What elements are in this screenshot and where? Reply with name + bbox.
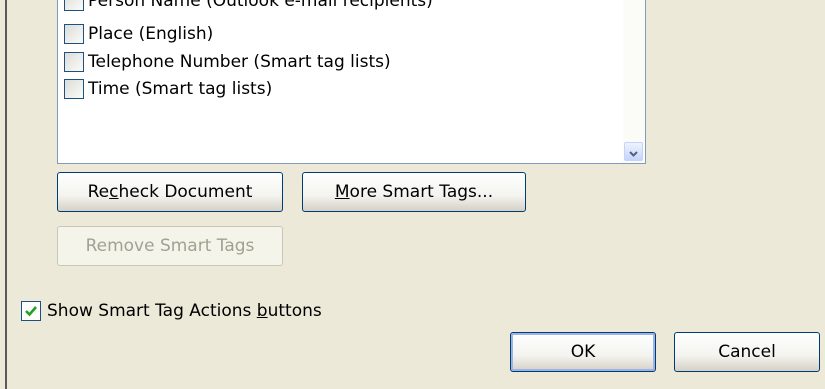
- list-item-time[interactable]: Time (Smart tag lists): [64, 76, 272, 102]
- button-label: Remove Smart Tags: [85, 236, 255, 256]
- checkbox-place[interactable]: [64, 24, 84, 44]
- ok-button[interactable]: OK: [510, 332, 656, 372]
- scroll-down-button[interactable]: [624, 142, 643, 161]
- checkmark-icon: [25, 306, 37, 317]
- smart-tag-recognizer-list[interactable]: Person Name (Outlook e-mail recipients) …: [57, 0, 646, 164]
- button-label: More Smart Tags...: [334, 182, 494, 202]
- list-item-label: Place (English): [88, 24, 214, 44]
- list-item-place[interactable]: Place (English): [64, 21, 213, 47]
- checkbox-time[interactable]: [64, 79, 84, 99]
- list-item-telephone-number[interactable]: Telephone Number (Smart tag lists): [64, 49, 391, 75]
- show-smart-tag-actions-option[interactable]: Show Smart Tag Actions buttons: [21, 298, 322, 324]
- more-smart-tags-button[interactable]: More Smart Tags...: [302, 172, 526, 212]
- vertical-scrollbar[interactable]: [623, 0, 645, 163]
- list-item-label: Person Name (Outlook e-mail recipients): [88, 0, 433, 11]
- cancel-button[interactable]: Cancel: [674, 332, 820, 372]
- button-label: Recheck Document: [87, 182, 253, 202]
- window-border: [0, 0, 7, 389]
- list-item-person-name[interactable]: Person Name (Outlook e-mail recipients): [64, 0, 433, 14]
- remove-smart-tags-button: Remove Smart Tags: [57, 226, 283, 266]
- button-label: OK: [570, 342, 596, 362]
- chevron-down-icon: [629, 142, 638, 162]
- show-actions-label: Show Smart Tag Actions buttons: [47, 301, 322, 321]
- checkbox-person-name[interactable]: [64, 0, 84, 11]
- recheck-document-button[interactable]: Recheck Document: [57, 172, 283, 212]
- button-label: Cancel: [718, 342, 776, 362]
- checkbox-show-actions[interactable]: [21, 301, 41, 321]
- smart-tags-dialog: Person Name (Outlook e-mail recipients) …: [0, 0, 825, 389]
- list-item-label: Telephone Number (Smart tag lists): [88, 52, 391, 72]
- list-item-label: Time (Smart tag lists): [88, 79, 273, 99]
- checkbox-telephone-number[interactable]: [64, 52, 84, 72]
